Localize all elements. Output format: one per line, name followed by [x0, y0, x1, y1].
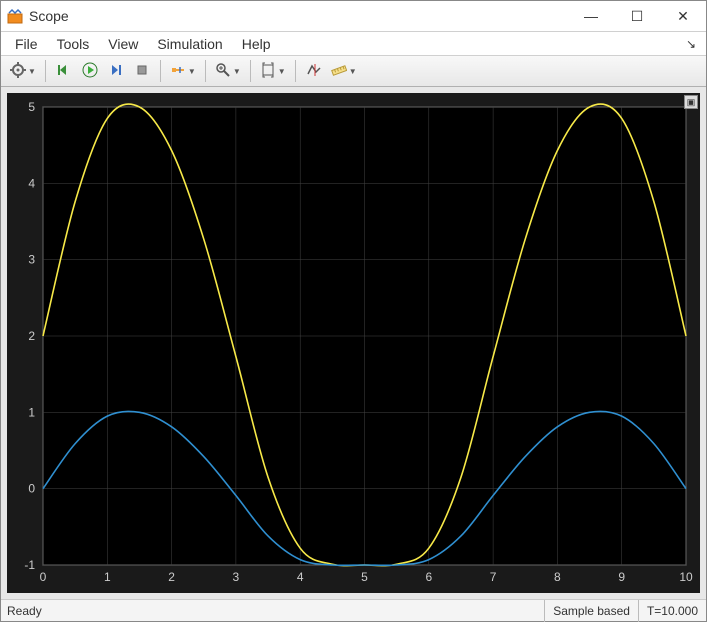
menubar-overflow-icon[interactable]: ↘ [686, 37, 700, 51]
menu-tools[interactable]: Tools [49, 34, 98, 54]
zoom-icon [215, 62, 231, 81]
titlebar: Scope — ☐ ✕ [1, 1, 706, 31]
menu-view[interactable]: View [100, 34, 146, 54]
minimize-button[interactable]: — [568, 1, 614, 31]
svg-text:0: 0 [40, 570, 47, 584]
toolbar-separator [205, 60, 206, 82]
autoscale-icon [260, 62, 276, 81]
svg-text:6: 6 [425, 570, 432, 584]
status-ready: Ready [1, 604, 48, 618]
svg-text:0: 0 [28, 482, 35, 496]
toolbar-separator [45, 60, 46, 82]
scope-plot: 0 1 2 3 4 5 6 7 8 9 10 -1 0 1 2 3 4 5 [7, 93, 700, 593]
svg-text:7: 7 [490, 570, 497, 584]
chevron-down-icon: ▼ [28, 67, 36, 76]
maximize-button[interactable]: ☐ [614, 1, 660, 31]
svg-text:1: 1 [104, 570, 111, 584]
svg-text:5: 5 [361, 570, 368, 584]
menu-file[interactable]: File [7, 34, 46, 54]
svg-text:5: 5 [28, 100, 35, 114]
zoom-button[interactable]: ▼ [212, 59, 244, 83]
window-title: Scope [29, 8, 69, 24]
status-time: T=10.000 [638, 600, 706, 622]
svg-text:-1: -1 [24, 558, 35, 572]
plot-maximize-icon[interactable]: ▣ [684, 95, 698, 109]
status-sample-mode: Sample based [544, 600, 638, 622]
close-button[interactable]: ✕ [660, 1, 706, 31]
run-button[interactable] [78, 59, 102, 83]
step-forward-icon [108, 62, 124, 81]
menubar: File Tools View Simulation Help ↘ [1, 31, 706, 55]
svg-text:8: 8 [554, 570, 561, 584]
step-back-button[interactable] [52, 59, 76, 83]
app-icon [7, 8, 23, 24]
cursor-icon [306, 62, 322, 81]
toolbar-separator [250, 60, 251, 82]
svg-text:2: 2 [28, 329, 35, 343]
step-back-icon [56, 62, 72, 81]
chevron-down-icon: ▼ [188, 67, 196, 76]
play-icon [82, 62, 98, 81]
svg-text:10: 10 [679, 570, 693, 584]
plot-area[interactable]: 0 1 2 3 4 5 6 7 8 9 10 -1 0 1 2 3 4 5 ▣ [7, 93, 700, 593]
toolbar-separator [160, 60, 161, 82]
statusbar: Ready Sample based T=10.000 [1, 599, 706, 621]
svg-text:9: 9 [618, 570, 625, 584]
toolbar-separator [295, 60, 296, 82]
svg-text:1: 1 [28, 405, 35, 419]
ruler-icon [331, 62, 347, 81]
plot-container: 0 1 2 3 4 5 6 7 8 9 10 -1 0 1 2 3 4 5 ▣ [1, 87, 706, 599]
svg-text:4: 4 [28, 176, 35, 190]
step-forward-button[interactable] [104, 59, 128, 83]
svg-text:4: 4 [297, 570, 304, 584]
menu-help[interactable]: Help [234, 34, 279, 54]
configure-button[interactable]: ▼ [7, 59, 39, 83]
menu-simulation[interactable]: Simulation [149, 34, 230, 54]
chevron-down-icon: ▼ [233, 67, 241, 76]
chevron-down-icon: ▼ [349, 67, 357, 76]
stop-icon [134, 62, 150, 81]
toolbar: ▼ ▼ ▼ ▼ ▼ [1, 55, 706, 87]
gear-icon [10, 62, 26, 81]
autoscale-button[interactable]: ▼ [257, 59, 289, 83]
highlight-button[interactable]: ▼ [167, 59, 199, 83]
svg-text:3: 3 [28, 253, 35, 267]
stop-button[interactable] [130, 59, 154, 83]
signal-icon [170, 62, 186, 81]
chevron-down-icon: ▼ [278, 67, 286, 76]
svg-text:3: 3 [233, 570, 240, 584]
svg-text:2: 2 [168, 570, 175, 584]
measurements-button[interactable]: ▼ [328, 59, 360, 83]
cursor-button[interactable] [302, 59, 326, 83]
